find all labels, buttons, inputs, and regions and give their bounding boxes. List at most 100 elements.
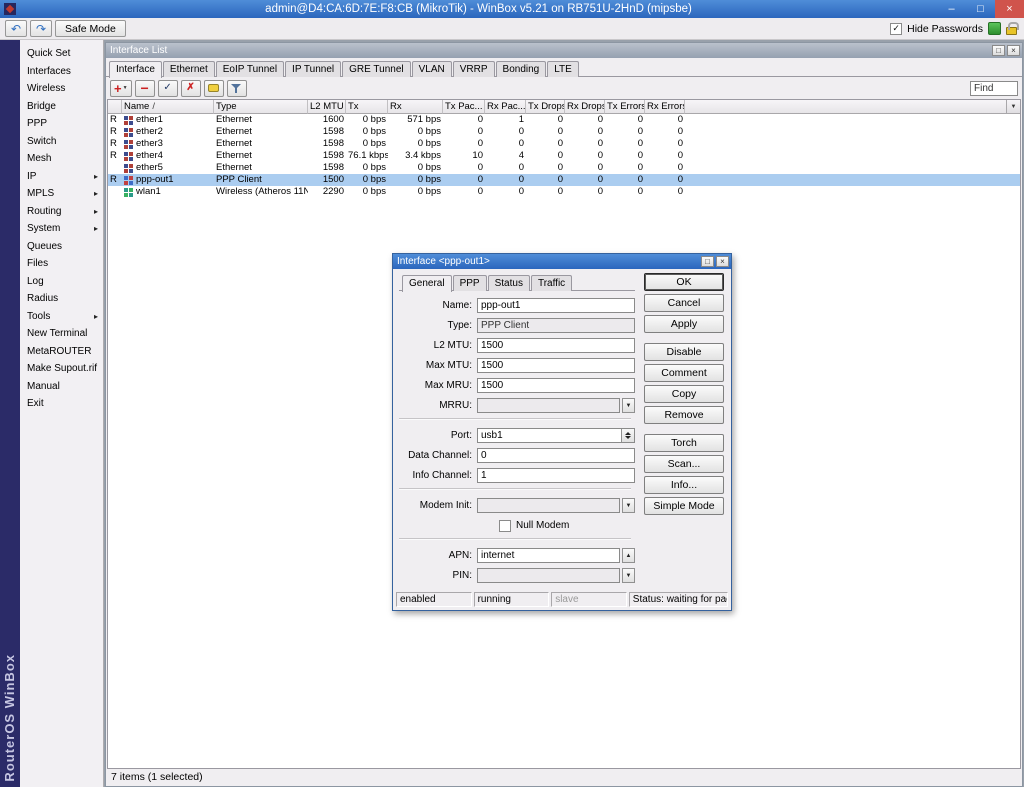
null-modem-checkbox[interactable]: [499, 520, 511, 532]
sidebar-item-mesh[interactable]: Mesh: [20, 150, 103, 168]
dialog-tab-status[interactable]: Status: [488, 275, 530, 291]
redo-button[interactable]: ↷: [30, 20, 52, 37]
tab-gre-tunnel[interactable]: GRE Tunnel: [342, 61, 410, 77]
add-button[interactable]: + ▼: [110, 80, 132, 97]
find-input[interactable]: Find: [970, 81, 1018, 96]
max-mru-field[interactable]: 1500: [477, 378, 635, 393]
scan-button[interactable]: Scan...: [644, 455, 724, 473]
info-button[interactable]: Info...: [644, 476, 724, 494]
tab-vlan[interactable]: VLAN: [412, 61, 452, 77]
l2-mtu-field[interactable]: 1500: [477, 338, 635, 353]
column-header-flag[interactable]: [108, 100, 122, 114]
restore-button[interactable]: □: [992, 45, 1005, 56]
sidebar-item-quick-set[interactable]: Quick Set: [20, 45, 103, 63]
column-header-rx[interactable]: Rx: [388, 100, 443, 114]
tab-bonding[interactable]: Bonding: [496, 61, 547, 77]
sidebar-item-ppp[interactable]: PPP: [20, 115, 103, 133]
dialog-tab-traffic[interactable]: Traffic: [531, 275, 572, 291]
spinner-button[interactable]: [621, 429, 634, 442]
safe-mode-button[interactable]: Safe Mode: [55, 20, 126, 37]
sidebar-item-ip[interactable]: IP▸: [20, 168, 103, 186]
comment-button[interactable]: [204, 80, 224, 97]
sidebar-item-tools[interactable]: Tools▸: [20, 308, 103, 326]
column-header-rx-errors[interactable]: Rx Errors: [645, 100, 685, 114]
disable-button[interactable]: Disable: [644, 343, 724, 361]
sidebar-item-log[interactable]: Log: [20, 273, 103, 291]
sidebar-item-bridge[interactable]: Bridge: [20, 98, 103, 116]
table-row[interactable]: ether5Ethernet15980 bps0 bps000000: [108, 162, 1020, 174]
sidebar-item-interfaces[interactable]: Interfaces: [20, 63, 103, 81]
table-row[interactable]: Rppp-out1PPP Client15000 bps0 bps000000: [108, 174, 1020, 186]
dropdown-arrow-button[interactable]: ▼: [622, 398, 635, 413]
tab-ip-tunnel[interactable]: IP Tunnel: [285, 61, 341, 77]
close-button[interactable]: ×: [995, 0, 1024, 18]
column-header-name[interactable]: Name/: [122, 100, 214, 114]
tab-interface[interactable]: Interface: [109, 61, 162, 78]
column-header-type[interactable]: Type: [214, 100, 308, 114]
remove-button[interactable]: Remove: [644, 406, 724, 424]
info-channel-field[interactable]: 1: [477, 468, 635, 483]
table-row[interactable]: wlan1Wireless (Atheros 11N)22900 bps0 bp…: [108, 186, 1020, 198]
interface-list-close-button[interactable]: ×: [1007, 45, 1020, 56]
tab-lte[interactable]: LTE: [547, 61, 579, 77]
enable-button[interactable]: ✓: [158, 80, 178, 97]
column-header-tx[interactable]: Tx: [346, 100, 388, 114]
simple-mode-button[interactable]: Simple Mode: [644, 497, 724, 515]
mrru-field[interactable]: [477, 398, 620, 413]
column-header-rx-drops[interactable]: Rx Drops: [565, 100, 605, 114]
filter-button[interactable]: [227, 80, 247, 97]
sidebar-item-make-supout-rif[interactable]: Make Supout.rif: [20, 360, 103, 378]
data-channel-field[interactable]: 0: [477, 448, 635, 463]
table-row[interactable]: Rether3Ethernet15980 bps0 bps000000: [108, 138, 1020, 150]
dialog-tab-ppp[interactable]: PPP: [453, 275, 487, 291]
column-selector-button[interactable]: ▼: [1006, 100, 1020, 114]
cancel-button[interactable]: Cancel: [644, 294, 724, 312]
remove-button[interactable]: −: [135, 80, 155, 97]
sidebar-item-exit[interactable]: Exit: [20, 395, 103, 413]
modem-init-field[interactable]: [477, 498, 620, 513]
maximize-button[interactable]: □: [966, 0, 995, 18]
tab-vrrp[interactable]: VRRP: [453, 61, 495, 77]
sidebar-item-mpls[interactable]: MPLS▸: [20, 185, 103, 203]
tab-eoip-tunnel[interactable]: EoIP Tunnel: [216, 61, 284, 77]
sidebar-item-wireless[interactable]: Wireless: [20, 80, 103, 98]
column-header-tx-drops[interactable]: Tx Drops: [526, 100, 565, 114]
hide-passwords-checkbox[interactable]: ✓: [890, 23, 902, 35]
disable-button[interactable]: ✗: [181, 80, 201, 97]
undo-button[interactable]: ↶: [5, 20, 27, 37]
sidebar-item-system[interactable]: System▸: [20, 220, 103, 238]
sidebar-item-metarouter[interactable]: MetaROUTER: [20, 343, 103, 361]
sidebar-item-switch[interactable]: Switch: [20, 133, 103, 151]
dropdown-arrow-button[interactable]: ▼: [622, 498, 635, 513]
sidebar-item-manual[interactable]: Manual: [20, 378, 103, 396]
column-header-rx-pac[interactable]: Rx Pac...: [485, 100, 526, 114]
tab-ethernet[interactable]: Ethernet: [163, 61, 215, 77]
dialog-titlebar[interactable]: Interface <ppp-out1> □ ×: [393, 254, 731, 269]
dialog-close-button[interactable]: ×: [716, 256, 729, 267]
type-field[interactable]: PPP Client: [477, 318, 635, 333]
dialog-restore-button[interactable]: □: [701, 256, 714, 267]
sidebar-item-files[interactable]: Files: [20, 255, 103, 273]
table-row[interactable]: Rether2Ethernet15980 bps0 bps000000: [108, 126, 1020, 138]
sidebar-item-radius[interactable]: Radius: [20, 290, 103, 308]
dialog-tab-general[interactable]: General: [402, 275, 452, 292]
dropdown-arrow-button[interactable]: ▼: [622, 568, 635, 583]
max-mtu-field[interactable]: 1500: [477, 358, 635, 373]
column-header-tx-errors[interactable]: Tx Errors: [605, 100, 645, 114]
apn-field[interactable]: internet: [477, 548, 620, 563]
sidebar-item-routing[interactable]: Routing▸: [20, 203, 103, 221]
up-arrow-button[interactable]: ▲: [622, 548, 635, 563]
apply-button[interactable]: Apply: [644, 315, 724, 333]
sidebar-item-new-terminal[interactable]: New Terminal: [20, 325, 103, 343]
port-field[interactable]: usb1: [477, 428, 635, 443]
interface-list-titlebar[interactable]: Interface List □ ×: [106, 43, 1022, 58]
column-header-tx-pac[interactable]: Tx Pac...: [443, 100, 485, 114]
torch-button[interactable]: Torch: [644, 434, 724, 452]
copy-button[interactable]: Copy: [644, 385, 724, 403]
name-field[interactable]: ppp-out1: [477, 298, 635, 313]
table-row[interactable]: Rether1Ethernet16000 bps571 bps010000: [108, 114, 1020, 126]
pin-field[interactable]: [477, 568, 620, 583]
ok-button[interactable]: OK: [644, 273, 724, 291]
sidebar-item-queues[interactable]: Queues: [20, 238, 103, 256]
column-header-l2-mtu[interactable]: L2 MTU: [308, 100, 346, 114]
